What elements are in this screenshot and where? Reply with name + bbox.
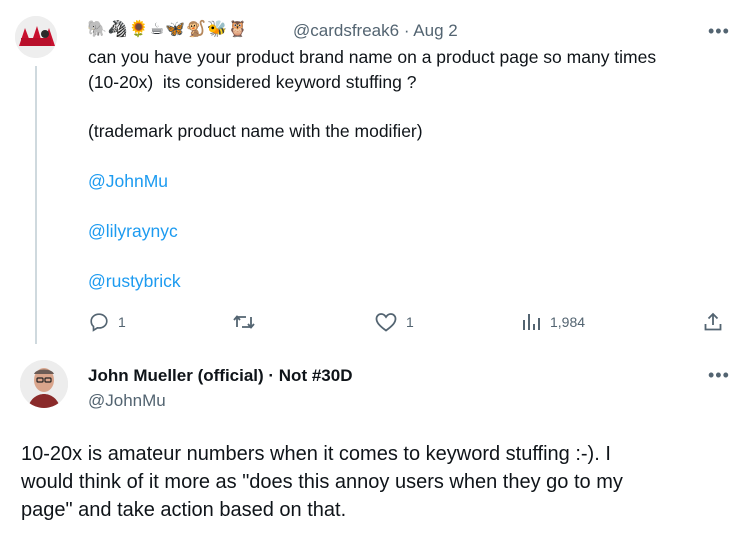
- author-handle[interactable]: @JohnMu: [88, 390, 166, 412]
- more-options-icon[interactable]: •••: [708, 22, 730, 40]
- zebra-icon: 🦓: [107, 21, 128, 38]
- butterfly-icon: 🦋: [165, 21, 186, 38]
- like-count: 1: [406, 314, 414, 330]
- monkey-icon: 🐒: [186, 21, 206, 38]
- mention-link[interactable]: @JohnMu: [88, 169, 168, 194]
- heart-icon: [375, 313, 397, 332]
- tweet-text-line: would think of it more as "does this ann…: [21, 471, 623, 493]
- retweet-button[interactable]: [232, 311, 264, 333]
- avatar[interactable]: [15, 16, 57, 58]
- share-icon: [704, 312, 722, 331]
- avatar-image: [15, 16, 57, 58]
- tweet-text-line: page" and take action based on that.: [21, 499, 347, 521]
- coffee-icon: ☕: [149, 21, 165, 38]
- bee-icon: 🐝: [206, 21, 227, 38]
- tweet-text-line: 10-20x is amateur numbers when it comes …: [21, 443, 611, 465]
- mention-link[interactable]: @rustybrick: [88, 269, 181, 294]
- reply-button[interactable]: 1: [88, 311, 126, 333]
- display-name[interactable]: John Mueller (official) · Not #30D: [88, 365, 352, 387]
- author-handle[interactable]: @cardsfreak6: [293, 21, 399, 40]
- owl-icon: 🦉: [227, 21, 248, 38]
- avatar-image: [20, 360, 68, 408]
- elephant-icon: 🐘: [87, 21, 107, 38]
- like-button[interactable]: 1: [374, 311, 414, 333]
- tweet-date[interactable]: Aug 2: [413, 21, 457, 40]
- share-button[interactable]: [702, 311, 724, 333]
- thread-line: [35, 66, 37, 344]
- mention-link[interactable]: @lilyraynyc: [88, 219, 178, 244]
- separator-dot: ·: [403, 21, 410, 40]
- reply-icon: [90, 313, 108, 332]
- more-options-icon[interactable]: •••: [708, 366, 730, 384]
- avatar[interactable]: [20, 360, 68, 408]
- sunflower-icon: 🌻: [128, 21, 149, 38]
- views-button[interactable]: 1,984: [520, 311, 585, 333]
- tweet-text-line: (10-20x) its considered keyword stuffing…: [88, 72, 417, 92]
- views-count: 1,984: [550, 314, 586, 330]
- analytics-icon: [523, 314, 540, 330]
- tweet-text-line: can you have your product brand name on …: [88, 47, 657, 67]
- display-name-emojis[interactable]: 🐘 🦓 🌻 ☕ 🦋 🐒 🐝 🦉: [87, 19, 248, 41]
- reply-count: 1: [118, 314, 126, 330]
- tweet-text-line: (trademark product name with the modifie…: [88, 121, 423, 141]
- retweet-icon: [233, 315, 255, 329]
